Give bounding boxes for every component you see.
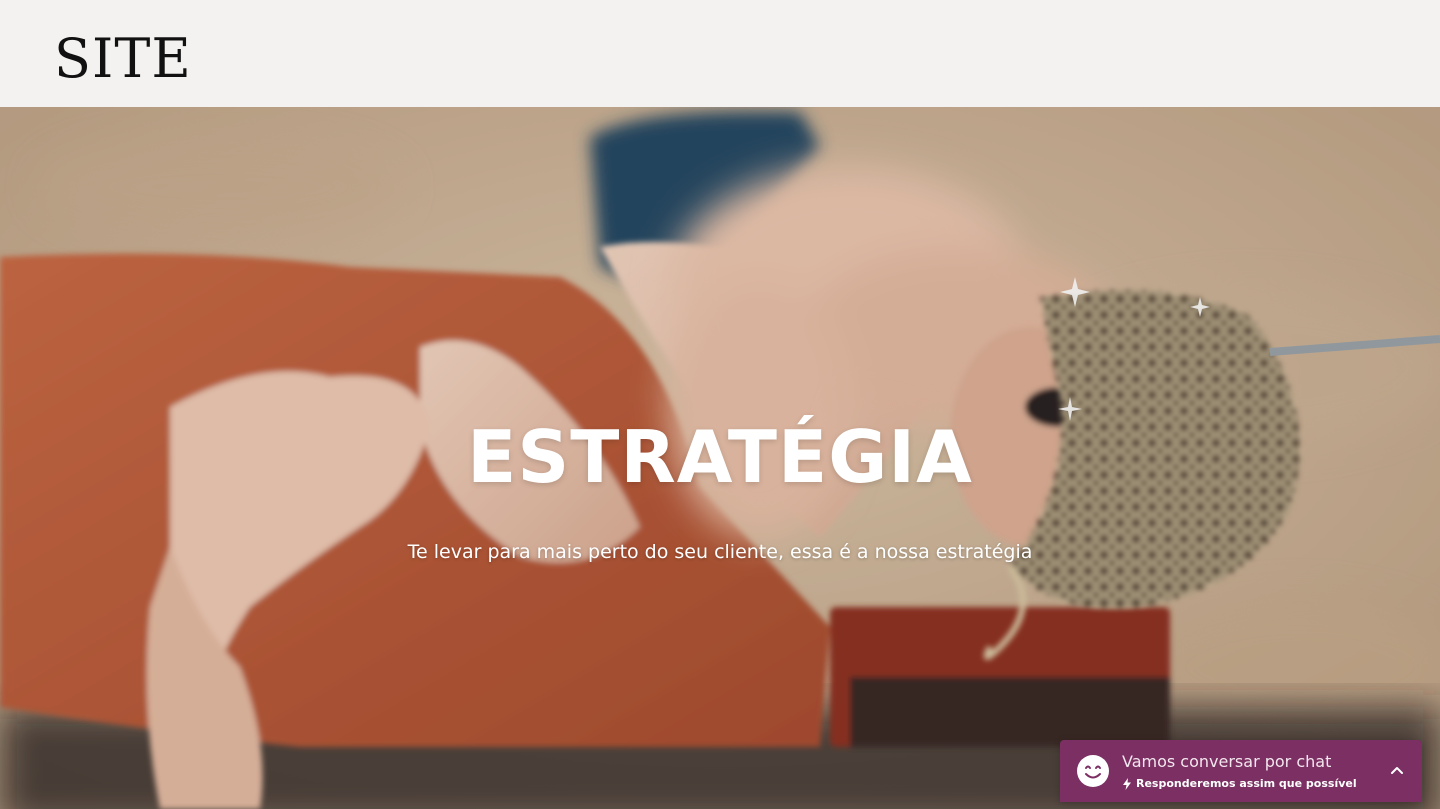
smiley-icon — [1077, 755, 1109, 787]
hero-title: ESTRATÉGIA — [467, 415, 973, 499]
chat-widget[interactable]: Vamos conversar por chat Responderemos a… — [1060, 740, 1422, 802]
chevron-up-icon[interactable] — [1388, 762, 1406, 780]
chat-title: Vamos conversar por chat — [1122, 752, 1332, 771]
site-logo[interactable]: SITE — [54, 28, 192, 90]
hero-subtitle: Te levar para mais perto do seu cliente,… — [407, 541, 1033, 563]
chat-subtitle-row: Responderemos assim que possível — [1122, 777, 1357, 791]
hero-section: ESTRATÉGIA Te levar para mais perto do s… — [0, 107, 1440, 809]
lightning-icon — [1123, 778, 1131, 790]
site-header: SITE — [0, 0, 1440, 107]
page: SITE ESTRATÉGIA Te levar para mais perto… — [0, 0, 1440, 809]
chat-subtitle: Responderemos assim que possível — [1136, 777, 1357, 790]
